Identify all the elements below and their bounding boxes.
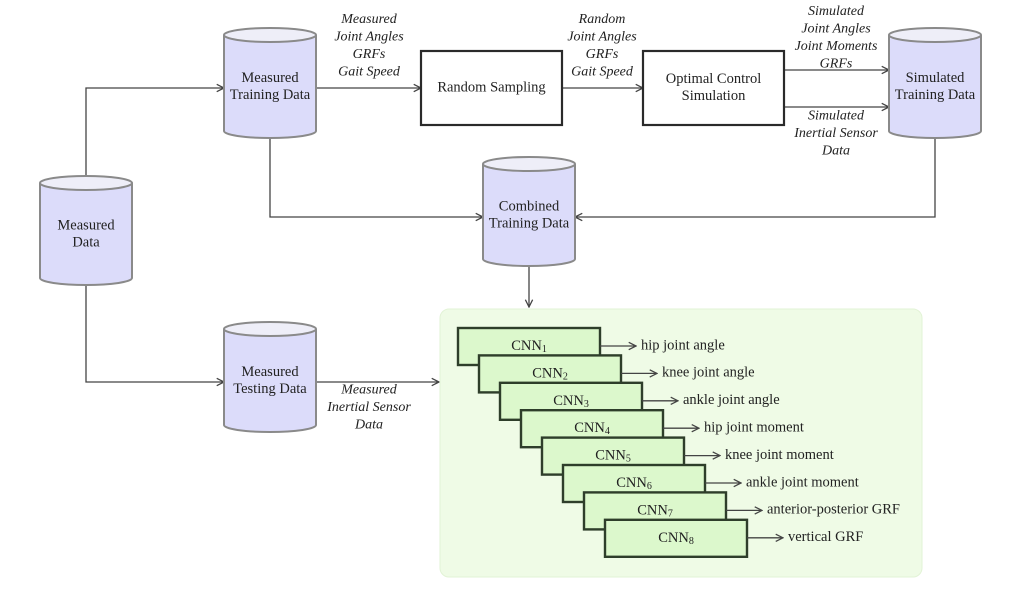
cnn-output-label: knee joint moment	[725, 447, 834, 463]
edge-sim-to-combined	[575, 138, 936, 217]
combined-training-data-cylinder: CombinedTraining Data	[482, 156, 576, 267]
cnn-subscript: 2	[563, 372, 568, 383]
edge-label-line: Measured	[340, 383, 397, 398]
cnn-output-label: hip joint angle	[641, 337, 725, 353]
node-label: Random Sampling	[437, 79, 545, 95]
edge-label-line: GRFs	[820, 56, 853, 71]
cylinder-top	[482, 156, 576, 172]
cnn-label: CNN1	[511, 338, 547, 355]
edge-label-line: Random	[578, 12, 626, 27]
edge-label-line: Joint Angles	[801, 21, 871, 36]
edge-label-line: Joint Angles	[567, 29, 637, 44]
cylinder-top	[223, 27, 317, 43]
edge-label-measured-signals: Measured Joint Angles GRFs Gait Speed	[334, 12, 404, 80]
cnn-subscript: 7	[668, 509, 673, 520]
edge-label-line: Inertial Sensor	[326, 400, 411, 415]
cnn-output-label: knee joint angle	[662, 365, 755, 381]
measured-testing-data-cylinder: MeasuredTesting Data	[223, 321, 317, 433]
node-label: Simulation	[682, 88, 746, 104]
node-label: Measured	[241, 70, 299, 86]
random-sampling-box: Random Sampling	[419, 49, 564, 127]
cnn-name: CNN	[532, 366, 563, 382]
edge-label-line: GRFs	[353, 47, 386, 62]
edge-measured-to-testing	[85, 285, 224, 382]
measured-training-data-cylinder: MeasuredTraining Data	[223, 27, 317, 139]
cnn-output-label: vertical GRF	[788, 529, 863, 545]
cnn-name: CNN	[574, 421, 605, 437]
edge-label-line: Measured	[340, 12, 397, 27]
edge-label-line: Joint Angles	[334, 29, 404, 44]
cnn-name: CNN	[595, 448, 626, 464]
edge-label-line: Data	[821, 144, 850, 159]
edge-label-simulated-sensor-data: Simulated Inertial Sensor Data	[793, 109, 878, 159]
node-label: Data	[72, 234, 100, 250]
optimal-control-simulation-box: Optimal ControlSimulation	[641, 49, 786, 127]
edge-training-to-combined	[269, 138, 483, 217]
node-label: Measured	[241, 364, 299, 380]
edge-label-simulated-kinematics: Simulated Joint Angles Joint Moments GRFs	[795, 4, 878, 72]
cnn-label: CNN7	[637, 503, 673, 520]
cnn-label: CNN8	[658, 530, 694, 547]
cnn-label: CNN3	[553, 393, 589, 410]
cnn-output-label: hip joint moment	[704, 420, 804, 436]
cnn-output-label: anterior-posterior GRF	[767, 502, 900, 518]
cnn-output-label: ankle joint angle	[683, 392, 780, 408]
cnn-output-label: ankle joint moment	[746, 474, 859, 490]
edge-label-random-signals: Random Joint Angles GRFs Gait Speed	[567, 12, 637, 80]
edge-label-measured-sensor-data: Measured Inertial Sensor Data	[326, 383, 411, 433]
cnn-label: CNN5	[595, 448, 631, 465]
edge-label-line: Simulated	[808, 109, 865, 124]
node-label: Measured	[57, 217, 115, 233]
cnn-label: CNN2	[532, 366, 568, 383]
edge-label-line: Data	[354, 418, 383, 433]
measured-data-cylinder: MeasuredData	[39, 175, 133, 286]
cnn-name: CNN	[553, 393, 584, 409]
node-label: Training Data	[895, 87, 976, 103]
cylinder-top	[223, 321, 317, 337]
edge-label-line: GRFs	[586, 47, 619, 62]
cylinder-top	[888, 27, 982, 43]
node-label: Simulated	[906, 70, 966, 86]
cnn-name: CNN	[637, 503, 668, 519]
cnn-name: CNN	[616, 475, 647, 491]
edge-label-line: Simulated	[808, 4, 865, 19]
cnn-subscript: 1	[542, 344, 547, 355]
edge-label-line: Inertial Sensor	[793, 126, 878, 141]
cnn-label: CNN6	[616, 475, 652, 492]
cnn-subscript: 5	[626, 454, 631, 465]
node-label: Training Data	[230, 87, 311, 103]
cylinder-top	[39, 175, 133, 191]
cnn-subscript: 3	[584, 399, 589, 410]
cnn-label: CNN4	[574, 421, 610, 438]
edge-measured-to-training	[85, 88, 224, 176]
cnn-subscript: 8	[689, 536, 694, 547]
node-label: Optimal Control	[666, 71, 761, 87]
cnn-subscript: 6	[647, 481, 652, 492]
node-label: Training Data	[489, 215, 570, 231]
cnn-subscript: 4	[605, 426, 610, 437]
edge-label-line: Gait Speed	[338, 64, 401, 79]
cnn-name: CNN	[658, 530, 689, 546]
edge-label-line: Gait Speed	[571, 64, 634, 79]
simulated-training-data-cylinder: SimulatedTraining Data	[888, 27, 982, 139]
pipeline-diagram: CNN1 hip joint angleCNN2 knee joint angleC…	[39, 4, 982, 578]
node-label: Combined	[499, 198, 560, 214]
edge-label-line: Joint Moments	[795, 39, 878, 54]
node-label: Testing Data	[233, 381, 307, 397]
cnn-name: CNN	[511, 338, 542, 354]
